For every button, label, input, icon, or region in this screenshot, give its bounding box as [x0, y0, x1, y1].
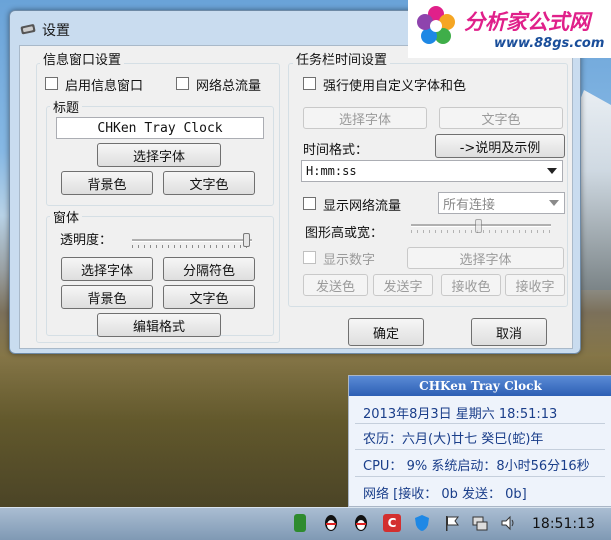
volume-icon[interactable]	[500, 514, 518, 532]
show-net-traffic-label: 显示网络流量	[323, 199, 402, 214]
transparency-label: 透明度：	[60, 233, 113, 248]
clock-lunar-line: 农历：六月(大)廿七 癸巳(蛇)年	[363, 432, 544, 447]
connection-select-value: 所有连接	[443, 197, 496, 213]
force-custom-font-checkbox[interactable]	[303, 77, 316, 90]
network-total-traffic-checkbox[interactable]	[176, 77, 189, 90]
recv-text-button[interactable]: 接收字	[505, 274, 565, 296]
heading-bg-color-button[interactable]: 背景色	[61, 171, 153, 195]
help-examples-button[interactable]: ->说明及示例	[435, 134, 565, 158]
taskbar-clock[interactable]: 18:51:13	[532, 516, 595, 532]
separator-color-button[interactable]: 分隔符色	[163, 257, 255, 281]
connection-select[interactable]: 所有连接	[438, 192, 565, 214]
cancel-button[interactable]: 取消	[471, 318, 547, 346]
edit-format-button[interactable]: 编辑格式	[97, 313, 221, 337]
clock-date-line: 2013年8月3日 星期六 18:51:13	[363, 407, 558, 422]
shield-icon[interactable]	[413, 514, 431, 532]
taskbar: C 18:51:13	[0, 507, 611, 540]
taskbar-time-group	[288, 63, 568, 307]
watermark-url: www.88gs.com	[494, 36, 605, 51]
taskbar-select-font-button[interactable]: 选择字体	[303, 107, 427, 129]
title-text-field[interactable]: CHKen Tray Clock	[56, 117, 264, 139]
network-total-traffic-label: 网络总流量	[196, 79, 262, 94]
heading-text-color-button[interactable]: 文字色	[163, 171, 255, 195]
graph-size-slider-thumb[interactable]	[475, 219, 483, 233]
security-app-icon[interactable]: C	[383, 514, 401, 532]
window-app-icon	[20, 24, 36, 35]
window-bg-color-button[interactable]: 背景色	[61, 285, 153, 309]
taskbar-time-group-title: 任务栏时间设置	[293, 49, 391, 68]
settings-window: 设置 信息窗口设置 启用信息窗口 网络总流量 标题 CHKen Tray Clo…	[9, 10, 581, 354]
heading-select-font-button[interactable]: 选择字体	[97, 143, 221, 167]
network-icon[interactable]	[471, 514, 489, 532]
clock-divider	[355, 476, 605, 477]
send-text-button[interactable]: 发送字	[373, 274, 433, 296]
info-window-group-title: 信息窗口设置	[40, 49, 125, 68]
settings-client-area: 信息窗口设置 启用信息窗口 网络总流量 标题 CHKen Tray Clock …	[19, 45, 573, 349]
time-format-label: 时间格式：	[303, 143, 369, 158]
window-title: 设置	[42, 23, 70, 39]
send-color-button[interactable]: 发送色	[303, 274, 368, 296]
transparency-slider-thumb[interactable]	[243, 233, 250, 247]
transparency-slider-ticks	[132, 245, 252, 248]
flower-logo-icon	[417, 6, 455, 44]
enable-info-window-checkbox[interactable]	[45, 77, 58, 90]
transparency-slider-track	[132, 239, 252, 242]
clock-net-line: 网络 [接收： 0b 发送： 0b]	[363, 487, 527, 502]
recv-color-button[interactable]: 接收色	[441, 274, 501, 296]
clock-divider	[355, 449, 605, 450]
watermark-logo: 分析家公式网 www.88gs.com	[408, 0, 611, 58]
clock-popup: CHKen Tray Clock 2013年8月3日 星期六 18:51:13 …	[348, 375, 611, 507]
clock-cpu-line: CPU： 9% 系统启动：8小时56分16秒	[363, 459, 590, 474]
chevron-down-icon	[547, 168, 557, 174]
show-digits-label: 显示数字	[323, 253, 376, 268]
show-net-traffic-checkbox[interactable]	[303, 197, 316, 210]
time-format-combo[interactable]: H:mm:ss	[301, 160, 563, 182]
taskbar-text-color-button[interactable]: 文字色	[439, 107, 563, 129]
digits-select-font-button[interactable]: 选择字体	[407, 247, 564, 269]
network-meter-icon[interactable]	[294, 514, 306, 532]
chevron-down-icon	[549, 200, 559, 206]
window-text-color-button[interactable]: 文字色	[163, 285, 255, 309]
qq-penguin-icon[interactable]	[352, 514, 370, 532]
clock-popup-title: CHKen Tray Clock	[349, 376, 611, 396]
time-format-value: H:mm:ss	[306, 164, 357, 178]
window-select-font-button[interactable]: 选择字体	[61, 257, 153, 281]
enable-info-window-label: 启用信息窗口	[65, 79, 144, 94]
flag-icon[interactable]	[443, 514, 461, 532]
show-digits-checkbox[interactable]	[303, 251, 316, 264]
force-custom-font-label: 强行使用自定义字体和色	[323, 79, 467, 94]
heading-section-title: 标题	[50, 97, 83, 116]
watermark-main-text: 分析家公式网	[464, 10, 590, 34]
graph-size-label: 图形高或宽：	[305, 226, 384, 241]
qq-penguin-icon[interactable]	[322, 514, 340, 532]
window-section-title: 窗体	[50, 207, 83, 226]
clock-divider	[355, 423, 605, 424]
ok-button[interactable]: 确定	[348, 318, 424, 346]
